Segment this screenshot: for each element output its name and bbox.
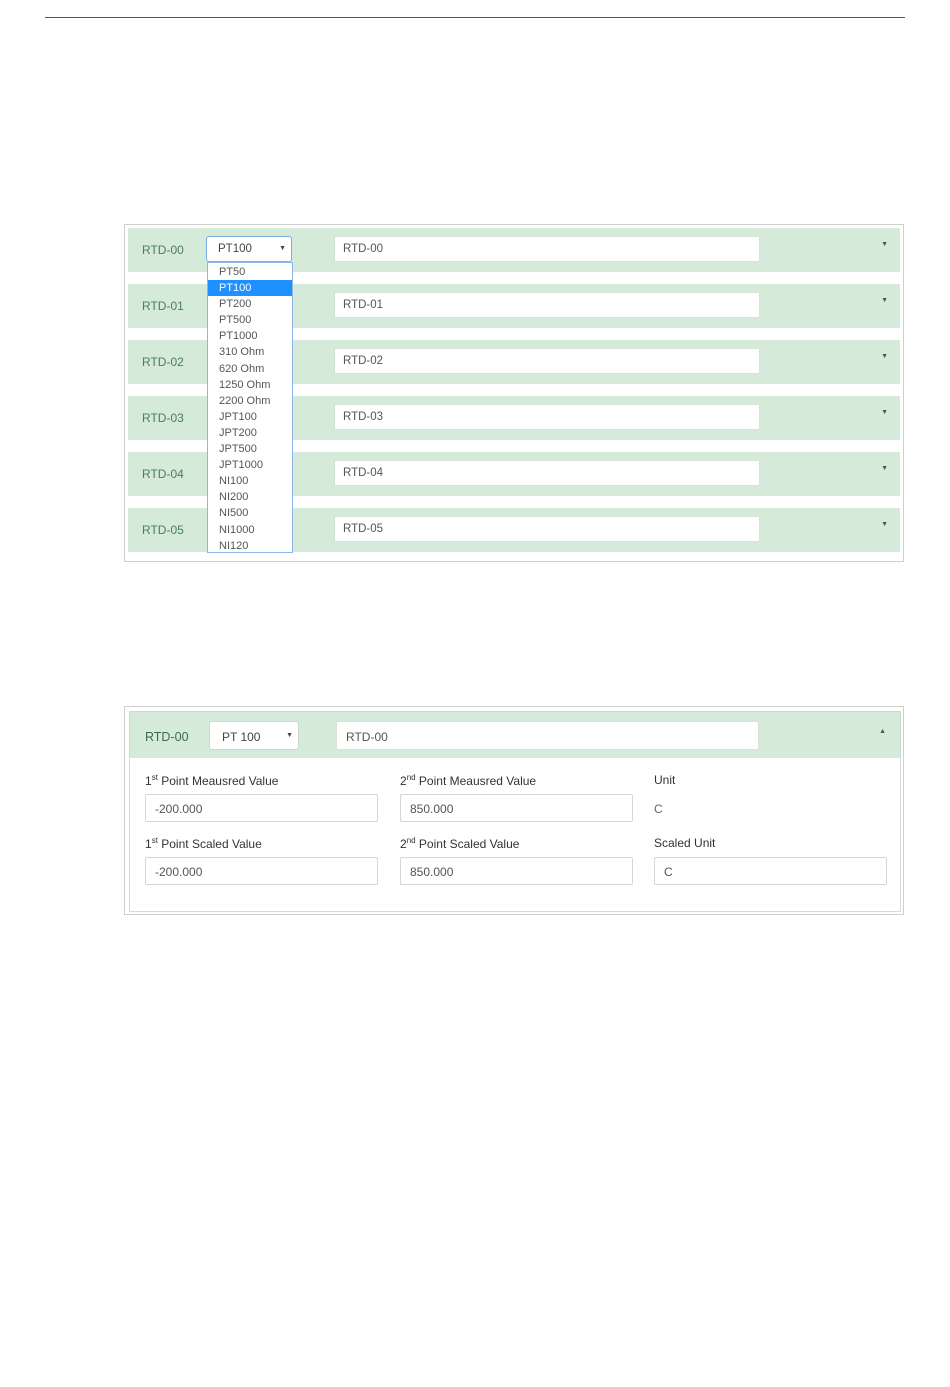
dropdown-option[interactable]: NI200 [208,489,292,505]
rtd-type-value: PT100 [218,243,252,255]
caret-up-icon[interactable]: ▲ [879,728,886,735]
p2-measured-input[interactable]: 850.000 [400,794,633,822]
dropdown-option[interactable]: JPT200 [208,425,292,441]
rtd-detail-header[interactable]: RTD-00 PT 100 ▼ RTD-00 ▲ [129,711,901,759]
p1-scaled-input[interactable]: -200.000 [145,857,378,885]
caret-down-icon[interactable]: ▼ [881,353,888,360]
p2-scaled-input[interactable]: 850.000 [400,857,633,885]
top-divider [45,17,905,18]
dropdown-option[interactable]: PT50 [208,264,292,280]
rtd-detail-type-value: PT 100 [222,730,261,744]
p2-scaled-label: 2nd Point Scaled Value [400,836,520,851]
rtd-name-input[interactable]: RTD-01 [334,292,760,318]
p1-scaled-label: 1st Point Scaled Value [145,836,262,851]
dropdown-option[interactable]: 310 Ohm [208,344,292,360]
rtd-row-label: RTD-00 [142,243,184,257]
rtd-detail-body: 1st Point Meausred Value -200.000 2nd Po… [129,758,901,912]
dropdown-option[interactable]: NI1000 [208,522,292,538]
caret-down-icon: ▼ [286,732,293,739]
caret-down-icon[interactable]: ▼ [881,409,888,416]
caret-down-icon[interactable]: ▼ [881,297,888,304]
dropdown-option[interactable]: 2200 Ohm [208,393,292,409]
p1-measured-input[interactable]: -200.000 [145,794,378,822]
p2-measured-label: 2nd Point Meausred Value [400,773,537,788]
rtd-row-label: RTD-02 [142,355,184,369]
rtd-list-panel: RTD-00 PT100 ▼ RTD-00 ▼ RTD-01 RTD-01 ▼ … [124,224,904,562]
rtd-name-input[interactable]: RTD-04 [334,460,760,486]
scaled-unit-label: Scaled Unit [654,836,716,850]
rtd-row-label: RTD-01 [142,299,184,313]
rtd-name-input[interactable]: RTD-00 [334,236,760,262]
rtd-type-dropdown-list[interactable]: PT50 PT100 PT200 PT500 PT1000 310 Ohm 620 Ohm 1… [207,262,293,553]
caret-down-icon[interactable]: ▼ [881,521,888,528]
dropdown-option[interactable]: NI120 [208,538,292,554]
rtd-type-select[interactable]: PT100 ▼ [206,236,292,262]
dropdown-option[interactable]: PT500 [208,312,292,328]
dropdown-option[interactable]: JPT500 [208,441,292,457]
rtd-name-input[interactable]: RTD-02 [334,348,760,374]
caret-down-icon: ▼ [279,245,286,252]
p1-measured-label: 1st Point Meausred Value [145,773,279,788]
dropdown-option[interactable]: JPT100 [208,409,292,425]
dropdown-option[interactable]: PT1000 [208,328,292,344]
dropdown-option[interactable]: PT100 [208,280,292,297]
rtd-detail-name-input[interactable]: RTD-00 [336,721,759,750]
rtd-row-label: RTD-05 [142,523,184,537]
dropdown-option[interactable]: NI100 [208,473,292,489]
dropdown-option[interactable]: NI500 [208,505,292,521]
dropdown-option[interactable]: 620 Ohm [208,361,292,377]
rtd-row-label: RTD-04 [142,467,184,481]
dropdown-option[interactable]: JPT1000 [208,457,292,473]
rtd-name-input[interactable]: RTD-03 [334,404,760,430]
rtd-detail-panel: RTD-00 PT 100 ▼ RTD-00 ▲ 1st Point Meaus… [124,706,904,915]
unit-label: Unit [654,773,676,787]
unit-value: C [654,802,663,816]
scaled-unit-input[interactable]: C [654,857,887,885]
rtd-detail-label: RTD-00 [145,730,189,744]
caret-down-icon[interactable]: ▼ [881,465,888,472]
dropdown-option[interactable]: PT200 [208,296,292,312]
dropdown-option[interactable]: 1250 Ohm [208,377,292,393]
rtd-row-label: RTD-03 [142,411,184,425]
caret-down-icon[interactable]: ▼ [881,241,888,248]
rtd-name-input[interactable]: RTD-05 [334,516,760,542]
rtd-detail-type-select[interactable]: PT 100 ▼ [209,721,299,750]
